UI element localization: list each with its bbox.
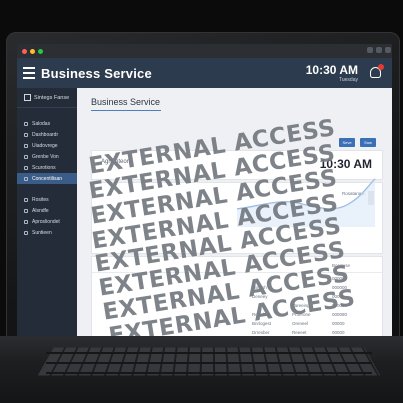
maximize-window-button[interactable]	[38, 48, 43, 54]
sidebar-item[interactable]: Rosites	[17, 194, 77, 205]
grid-icon	[24, 132, 28, 137]
sidebar-item[interactable]: Aprosliondet	[17, 216, 77, 227]
home-icon	[24, 121, 28, 126]
settings-icon	[24, 219, 28, 224]
header-clock: 10:30 AM	[305, 63, 358, 77]
new-button[interactable]: Snw	[360, 138, 376, 147]
keyboard-row-divider	[46, 362, 372, 364]
minimize-window-button[interactable]	[30, 48, 35, 54]
close-window-button[interactable]	[22, 48, 27, 54]
calendar-icon	[24, 94, 31, 101]
sidebar-item-label: Rosites	[32, 196, 49, 203]
document-icon	[24, 176, 28, 181]
app-title: Business Service	[41, 65, 152, 81]
chrome-control-icon[interactable]	[376, 47, 382, 53]
sidebar-item-label: Grenbe Von	[32, 153, 59, 160]
window-chrome	[17, 44, 392, 58]
notification-badge	[378, 64, 384, 70]
sidebar-item-label: Alsndfe	[32, 207, 49, 214]
sidebar-item-active[interactable]: Concentilisan	[17, 173, 77, 184]
page-title: Business Service	[91, 97, 161, 107]
app-logo-icon	[23, 67, 35, 79]
sidebar-item-label: Dashboardr	[32, 131, 59, 138]
sidebar-item[interactable]: Suntieen	[17, 227, 77, 238]
sidebar-item-label: Suntieen	[32, 229, 52, 236]
shield-icon	[24, 143, 28, 148]
sidebar: Sintegs Fanse Salodas Dashboardr Uiadovr…	[17, 88, 77, 338]
route-icon	[24, 197, 28, 202]
chrome-control-icon[interactable]	[367, 47, 373, 53]
alert-icon	[24, 208, 28, 213]
sidebar-item-label: Scurotions	[32, 164, 56, 171]
sidebar-item-label: Aprosliondet	[32, 218, 60, 225]
laptop-screen: Business Service 10:30 AM Tuesday Sinteg…	[17, 44, 392, 338]
table-cell: Drresber	[252, 330, 270, 335]
sidebar-item[interactable]: Dashboardr	[17, 129, 77, 140]
sidebar-item-label: Uiadovrege	[32, 142, 58, 149]
sidebar-header[interactable]: Sintegs Fanse	[17, 88, 77, 108]
sidebar-item[interactable]: Alsndfe	[17, 205, 77, 216]
sidebar-item-label: Concentilisan	[32, 175, 63, 182]
save-button[interactable]: Seve	[339, 138, 355, 147]
table-cell: 00000	[332, 330, 345, 335]
keyboard-row-divider	[46, 372, 372, 374]
chrome-controls	[367, 47, 391, 53]
sidebar-item[interactable]: Grenbe Von	[17, 151, 77, 162]
chrome-control-icon[interactable]	[385, 47, 391, 53]
keyboard-row-divider	[46, 352, 372, 354]
sidebar-item-label: Salodas	[32, 120, 51, 127]
table-cell: Reeeet	[292, 330, 307, 335]
help-icon	[24, 230, 28, 235]
table-cell: Oreneel	[292, 321, 309, 326]
user-icon	[24, 154, 28, 159]
table-cell: 00000	[332, 321, 345, 326]
sidebar-item[interactable]: Scurotions	[17, 162, 77, 173]
app-header: Business Service 10:30 AM Tuesday	[17, 58, 392, 88]
sidebar-item[interactable]: Salodas	[17, 118, 77, 129]
sidebar-item[interactable]: Uiadovrege	[17, 140, 77, 151]
title-underline	[91, 110, 161, 111]
folder-icon	[24, 165, 28, 170]
sidebar-header-label: Sintegs Fanse	[34, 94, 70, 101]
header-clock-subtitle: Tuesday	[339, 77, 358, 83]
